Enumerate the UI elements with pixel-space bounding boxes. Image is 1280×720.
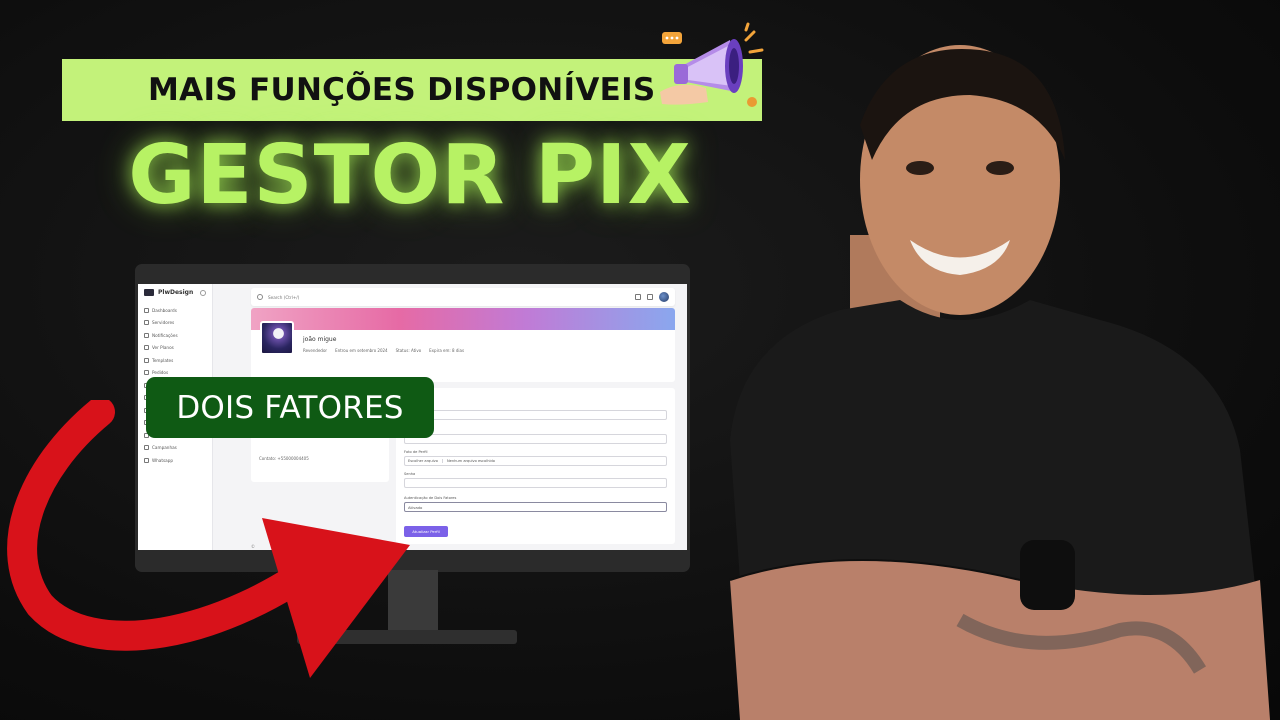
profile-cover (251, 308, 675, 330)
role-badge: Revendedor (303, 348, 328, 353)
sidebar-toggle-icon[interactable] (200, 289, 206, 296)
orders-icon (144, 370, 149, 376)
bell-icon (144, 332, 149, 338)
server-icon (144, 320, 149, 326)
name-field[interactable] (404, 410, 667, 420)
sidebar-item-label: Servidores (152, 320, 175, 326)
headline: GESTOR PIX (128, 128, 692, 223)
thumbnail: MAIS FUNÇÕES DISPONÍVEIS GESTOR PIX PlwD… (0, 0, 1280, 720)
two-factor-select[interactable]: Ativado (404, 502, 667, 512)
search-input[interactable] (268, 294, 388, 300)
sidebar-item-servidores[interactable]: Servidores (144, 317, 212, 330)
theme-icon[interactable] (635, 294, 641, 300)
profile-card: joão migue Revendedor Entrou em setembro… (251, 308, 675, 382)
expiry-text: Expira em: 8 dias (429, 348, 465, 353)
file-input[interactable]: Escolher arquivo Nenhum arquivo escolhid… (404, 456, 667, 466)
sidebar-item-label: Ver Planos (152, 345, 174, 351)
profile-avatar (260, 321, 294, 355)
email-field[interactable] (404, 434, 667, 444)
password-field[interactable] (404, 478, 667, 488)
banner-text: MAIS FUNÇÕES DISPONÍVEIS (148, 72, 656, 108)
file-status: Nenhum arquivo escolhido (446, 459, 495, 463)
home-icon (144, 307, 149, 313)
topbar (251, 288, 675, 306)
sidebar-item-label: Notificações (152, 332, 178, 338)
brand-row: PlwDesign (138, 284, 212, 301)
brand-name: PlwDesign (158, 289, 194, 296)
profile-meta: Revendedor Entrou em setembro 2024 Statu… (303, 348, 464, 353)
sidebar-item-label: Templates (152, 357, 174, 363)
grid-icon[interactable] (647, 294, 653, 300)
profile-name: joão migue (303, 336, 337, 343)
sidebar-item-templates[interactable]: Templates (144, 354, 212, 367)
sidebar-item-planos[interactable]: Ver Planos (144, 342, 212, 355)
join-date: Entrou em setembro 2024 (335, 348, 388, 353)
topbar-actions (635, 292, 669, 302)
status-text: Status: Ativo (395, 348, 422, 353)
avatar[interactable] (659, 292, 669, 302)
search-icon (257, 294, 263, 300)
template-icon (144, 357, 149, 363)
red-curved-arrow-icon (7, 400, 410, 678)
sidebar-item-label: Dashboards (152, 307, 177, 313)
sidebar-item-dashboards[interactable]: Dashboards (144, 304, 212, 317)
presenter-photo (729, 45, 1270, 720)
plans-icon (144, 345, 149, 351)
sidebar-item-notificacoes[interactable]: Notificações (144, 329, 212, 342)
profile-form: Foto de Perfil Escolher arquivo Nenhum a… (396, 388, 675, 544)
sidebar-item-label: Pedidos (152, 370, 169, 376)
logo-icon (144, 289, 154, 296)
